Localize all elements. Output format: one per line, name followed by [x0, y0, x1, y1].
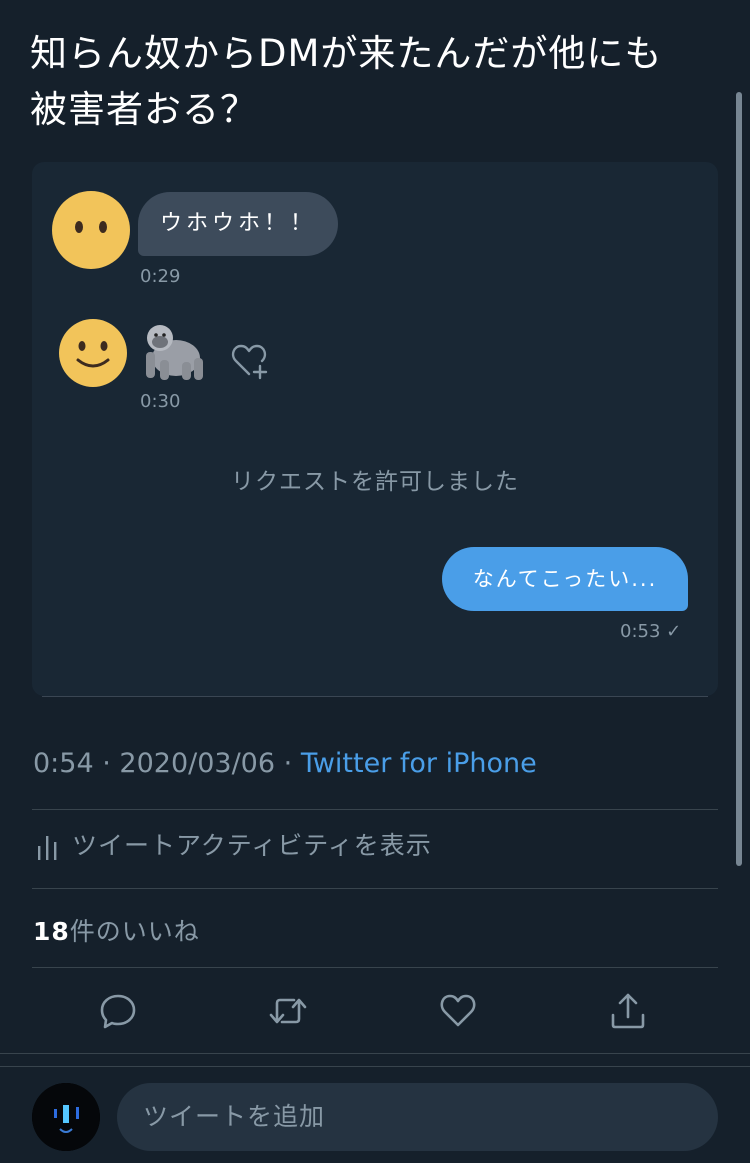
dm-screenshot-image[interactable]: [32, 162, 718, 696]
tweet-text-line-1: 知らん奴からDMが来たんだが他にも: [30, 32, 663, 75]
avatar-image: [32, 1083, 100, 1151]
retweet-icon[interactable]: [268, 991, 308, 1031]
smiling-face-avatar: [59, 319, 127, 387]
share-icon[interactable]: [608, 991, 648, 1031]
divider: [42, 696, 708, 697]
likes-count-link[interactable]: 18件のいいね: [33, 912, 200, 948]
incoming-message-time: 0:29: [140, 266, 181, 287]
activity-bars-icon: [38, 836, 57, 860]
tweet-date: 2020/03/06: [119, 748, 276, 779]
scrollbar[interactable]: [736, 92, 742, 866]
gorilla-emoji: [146, 325, 203, 380]
gorilla-message-time: 0:30: [140, 391, 181, 412]
tweet-text: 知らん奴からDMが来たんだが他にも 被害者おる？: [30, 26, 720, 138]
divider: [32, 888, 718, 889]
likes-label: 件のいいね: [69, 917, 200, 946]
meta-separator: ·: [283, 748, 293, 779]
divider: [0, 1066, 750, 1067]
neutral-face-avatar: [52, 191, 130, 269]
like-icon[interactable]: [438, 991, 478, 1031]
divider: [0, 1053, 750, 1054]
tweet-source-link[interactable]: Twitter for iPhone: [301, 748, 537, 779]
tweet-activity-link[interactable]: ツイートアクティビティを表示: [36, 826, 432, 862]
meta-separator: ·: [102, 748, 111, 779]
tweet-text-line-2: 被害者おる？: [30, 88, 258, 131]
incoming-message-bubble: ウホウホ！！: [138, 192, 338, 256]
tweet-time: 0:54: [33, 748, 94, 779]
heart-plus-icon[interactable]: [228, 340, 270, 382]
activity-label: ツイートアクティビティを表示: [72, 831, 432, 860]
reply-compose-input[interactable]: ツイートを追加: [117, 1083, 718, 1151]
request-allowed-note: リクエストを許可しました: [231, 469, 519, 495]
outgoing-message-bubble: なんてこったい...: [442, 547, 688, 611]
reply-icon[interactable]: [98, 991, 138, 1031]
divider: [32, 967, 718, 968]
likes-count: 18: [33, 917, 70, 946]
divider: [32, 809, 718, 810]
tweet-meta: 0:54 · 2020/03/06 · Twitter for iPhone: [33, 748, 537, 779]
user-avatar[interactable]: [32, 1083, 100, 1151]
outgoing-message-time: 0:53 ✓: [620, 621, 682, 642]
